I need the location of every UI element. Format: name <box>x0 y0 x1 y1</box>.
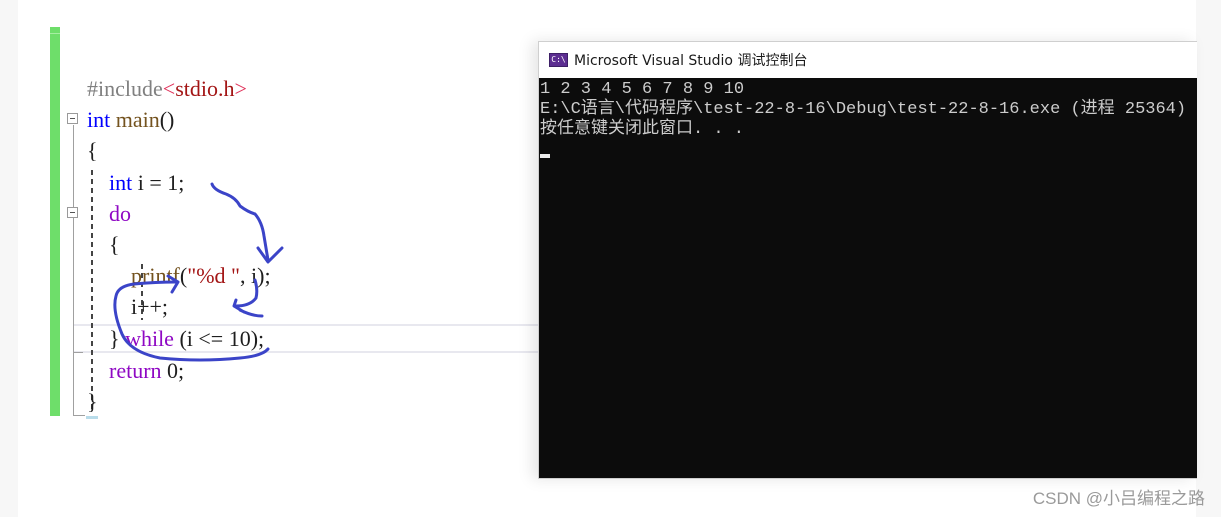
code-token: { <box>87 232 120 257</box>
code-token: > <box>234 76 247 101</box>
code-token: } <box>87 326 126 351</box>
console-title: Microsoft Visual Studio 调试控制台 <box>574 53 808 69</box>
code-line[interactable]: } while (i <= 10); <box>87 323 264 354</box>
watermark: CSDN @小吕编程之路 <box>1032 489 1205 508</box>
code-token: stdio.h <box>175 76 235 101</box>
console-output-line: E:\C语言\代码程序\test-22-8-16\Debug\test-22-8… <box>540 100 1187 119</box>
console-output-line: 按任意键关闭此窗口. . . <box>540 120 745 139</box>
code-token: #include <box>87 76 163 101</box>
code-line[interactable]: } <box>87 386 98 417</box>
console-cursor <box>540 154 550 158</box>
fold-toggle-main[interactable] <box>67 113 78 124</box>
code-line[interactable]: #include<stdio.h> <box>87 73 247 104</box>
debug-console-window[interactable]: C:\ Microsoft Visual Studio 调试控制台 1 2 3 … <box>538 41 1197 479</box>
code-token: do <box>109 201 131 226</box>
code-line[interactable]: int i = 1; <box>87 167 184 198</box>
code-token: } <box>87 389 98 414</box>
fold-toggle-do[interactable] <box>67 207 78 218</box>
code-token: < <box>162 76 176 101</box>
text-caret <box>86 416 98 419</box>
code-line[interactable]: printf("%d ", i); <box>87 260 271 291</box>
code-token: int <box>87 107 111 132</box>
console-screen[interactable]: 1 2 3 4 5 6 7 8 9 10 E:\C语言\代码程序\test-22… <box>539 78 1197 478</box>
code-token: return <box>109 358 162 383</box>
code-token: , i); <box>240 263 271 288</box>
fold-guide-end-main <box>73 415 85 416</box>
console-app-icon: C:\ <box>549 53 568 67</box>
code-token: main <box>115 107 160 132</box>
code-line[interactable]: int main() <box>87 104 174 135</box>
fold-guide-main <box>73 125 74 415</box>
console-output-line: 1 2 3 4 5 6 7 8 9 10 <box>540 80 745 99</box>
console-titlebar[interactable]: C:\ Microsoft Visual Studio 调试控制台 <box>539 42 1197 78</box>
code-token: () <box>159 107 175 132</box>
code-line[interactable]: return 0; <box>87 355 184 386</box>
fold-guide-end-do <box>73 352 83 353</box>
code-token: i = 1; <box>132 170 185 195</box>
code-token: printf <box>131 263 180 288</box>
code-line[interactable]: i++; <box>87 291 168 322</box>
code-line[interactable]: do <box>87 198 131 229</box>
code-token: while <box>125 326 174 351</box>
code-token: 0; <box>161 358 185 383</box>
code-line[interactable]: { <box>87 229 120 260</box>
code-token: (i <= 10); <box>173 326 265 351</box>
code-token: i++; <box>87 294 169 319</box>
code-line[interactable]: { <box>87 135 98 166</box>
change-tracking-bar <box>50 27 60 416</box>
code-token: { <box>87 138 98 163</box>
code-token: int <box>109 170 133 195</box>
code-token: "%d " <box>187 263 241 288</box>
